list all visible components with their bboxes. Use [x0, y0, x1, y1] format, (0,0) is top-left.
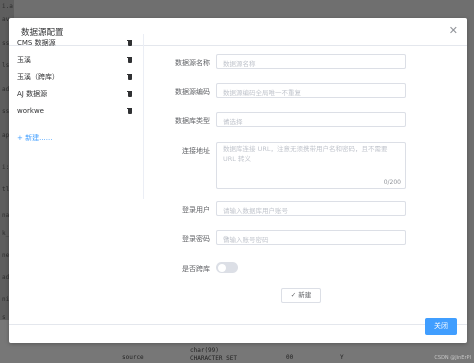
code-token: CHARACTER SET — [190, 355, 237, 362]
check-icon: ✓ — [290, 291, 297, 299]
create-button[interactable]: ✓ 新建 — [281, 288, 321, 303]
trash-icon[interactable] — [127, 56, 132, 63]
eye-icon[interactable]: ⊙ — [223, 234, 401, 242]
type-label: 数据库类型 — [175, 117, 210, 125]
list-item-label: AJ 数据源 — [17, 90, 48, 98]
list-item[interactable]: 玉溪 — [14, 52, 132, 69]
char-counter: 0/200 — [383, 179, 401, 186]
datasource-list: CMS 数据源 玉溪 玉溪（跨库） AJ 数据源 workwe — [14, 35, 132, 120]
cross-db-label: 是否跨库 — [182, 265, 210, 273]
name-input[interactable]: 数据源名称 — [216, 54, 406, 69]
panel-divider — [143, 34, 144, 199]
cross-db-switch[interactable] — [216, 262, 238, 273]
list-item-label: workwe — [17, 107, 44, 115]
list-item-label: CMS 数据源 — [17, 39, 56, 47]
url-placeholder: 数据库连接 URL，注意无须携带用户名和密码，且不需要 URL 转义 — [223, 145, 388, 163]
trash-icon[interactable] — [127, 73, 132, 80]
code-token: source — [122, 354, 144, 361]
trash-icon[interactable] — [127, 90, 132, 97]
chevron-down-icon: ⌄ — [223, 116, 229, 124]
code-token: Y — [340, 354, 344, 361]
password-label: 登录密码 — [182, 235, 210, 243]
list-item[interactable]: AJ 数据源 — [14, 86, 132, 103]
code-placeholder: 数据源编码全局唯一不重复 — [223, 89, 301, 97]
trash-icon[interactable] — [127, 107, 132, 114]
user-placeholder: 请输入数据库用户账号 — [223, 207, 288, 215]
list-item-label: 玉溪 — [17, 56, 31, 64]
password-input[interactable]: 请输入账号密码 ⊙ — [216, 230, 406, 245]
user-label: 登录用户 — [182, 206, 210, 214]
code-line: i.a — [2, 3, 13, 10]
user-input[interactable]: 请输入数据库用户账号 — [216, 201, 406, 216]
close-button[interactable]: 关闭 — [425, 318, 457, 335]
code-token: char(99) — [190, 347, 219, 354]
trash-icon[interactable] — [127, 39, 132, 46]
type-select[interactable]: 请选择 ⌄ — [216, 112, 406, 127]
watermark: CSDN @JinErPI — [434, 355, 471, 361]
code-label: 数据源编码 — [175, 88, 210, 96]
code-token: 00 — [286, 354, 294, 361]
list-item-label: 玉溪（跨库） — [17, 73, 59, 81]
url-label: 连接地址 — [182, 147, 210, 155]
url-textarea[interactable]: 数据库连接 URL，注意无须携带用户名和密码，且不需要 URL 转义 0/200 — [216, 142, 406, 189]
add-datasource-link[interactable]: + 新建...... — [17, 133, 52, 143]
list-item[interactable]: CMS 数据源 — [14, 35, 132, 52]
name-label: 数据源名称 — [175, 59, 210, 67]
create-button-label: 新建 — [298, 291, 312, 299]
list-item[interactable]: 玉溪（跨库） — [14, 69, 132, 86]
switch-knob — [217, 263, 226, 272]
list-item[interactable]: workwe — [14, 103, 132, 120]
code-input[interactable]: 数据源编码全局唯一不重复 — [216, 83, 406, 98]
close-icon[interactable]: ✕ — [449, 25, 458, 36]
footer-divider — [9, 324, 467, 325]
name-placeholder: 数据源名称 — [223, 60, 256, 68]
